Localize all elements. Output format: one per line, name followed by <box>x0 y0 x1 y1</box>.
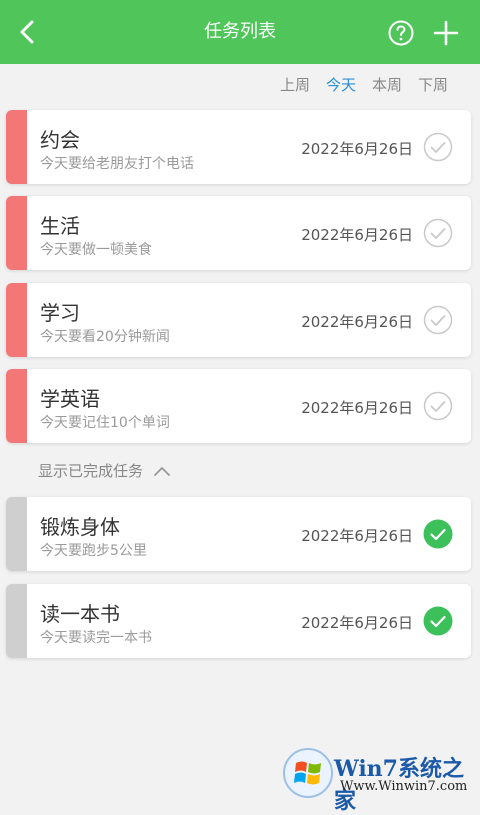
task-title: 学习 <box>40 301 80 325</box>
task-card[interactable]: 锻炼身体 今天要跑步5公里 2022年6月26日 <box>6 497 471 571</box>
priority-stripe <box>6 196 27 270</box>
tab-today[interactable]: 今天 <box>318 72 364 98</box>
task-subtitle: 今天要给老朋友打个电话 <box>40 156 194 172</box>
task-subtitle: 今天要做一顿美食 <box>40 242 152 258</box>
check-circle-filled-icon[interactable] <box>423 519 453 549</box>
app-header: 任务列表 <box>0 0 480 64</box>
tab-next-week[interactable]: 下周 <box>410 72 456 98</box>
site-watermark: Win7系统之家 Www.Winwin7.com <box>282 745 480 814</box>
watermark-url: Www.Winwin7.com <box>340 779 468 794</box>
priority-stripe <box>6 110 27 184</box>
windows-logo-icon <box>283 748 333 798</box>
task-date: 2022年6月26日 <box>301 140 413 158</box>
task-date: 2022年6月26日 <box>301 527 413 545</box>
check-circle-filled-icon[interactable] <box>423 606 453 636</box>
priority-stripe <box>6 497 27 571</box>
tab-this-week[interactable]: 本周 <box>364 72 410 98</box>
task-subtitle: 今天要读完一本书 <box>40 630 152 646</box>
check-circle-outline-icon[interactable] <box>423 305 453 335</box>
task-card[interactable]: 读一本书 今天要读完一本书 2022年6月26日 <box>6 584 471 658</box>
plus-icon[interactable] <box>432 19 460 47</box>
check-circle-outline-icon[interactable] <box>423 218 453 248</box>
check-circle-outline-icon[interactable] <box>423 391 453 421</box>
task-subtitle: 今天要看20分钟新闻 <box>40 329 170 345</box>
show-completed-toggle[interactable]: 显示已完成任务 <box>38 460 171 481</box>
priority-stripe <box>6 283 27 357</box>
priority-stripe <box>6 369 27 443</box>
task-date: 2022年6月26日 <box>301 614 413 632</box>
show-completed-label: 显示已完成任务 <box>38 462 144 480</box>
task-card[interactable]: 约会 今天要给老朋友打个电话 2022年6月26日 <box>6 110 471 184</box>
task-date: 2022年6月26日 <box>301 313 413 331</box>
task-subtitle: 今天要跑步5公里 <box>40 543 147 559</box>
task-title: 锻炼身体 <box>40 515 120 539</box>
date-filter-tabs: 上周 今天 本周 下周 <box>272 72 456 98</box>
tab-last-week[interactable]: 上周 <box>272 72 318 98</box>
check-circle-outline-icon[interactable] <box>423 132 453 162</box>
task-date: 2022年6月26日 <box>301 226 413 244</box>
task-title: 学英语 <box>40 387 100 411</box>
task-subtitle: 今天要记住10个单词 <box>40 415 170 431</box>
task-title: 约会 <box>40 128 80 152</box>
task-card[interactable]: 生活 今天要做一顿美食 2022年6月26日 <box>6 196 471 270</box>
question-circle-icon[interactable] <box>388 20 414 46</box>
priority-stripe <box>6 584 27 658</box>
task-title: 生活 <box>40 214 80 238</box>
task-title: 读一本书 <box>40 602 120 626</box>
task-card[interactable]: 学英语 今天要记住10个单词 2022年6月26日 <box>6 369 471 443</box>
task-card[interactable]: 学习 今天要看20分钟新闻 2022年6月26日 <box>6 283 471 357</box>
task-date: 2022年6月26日 <box>301 399 413 417</box>
chevron-up-icon <box>154 466 170 476</box>
